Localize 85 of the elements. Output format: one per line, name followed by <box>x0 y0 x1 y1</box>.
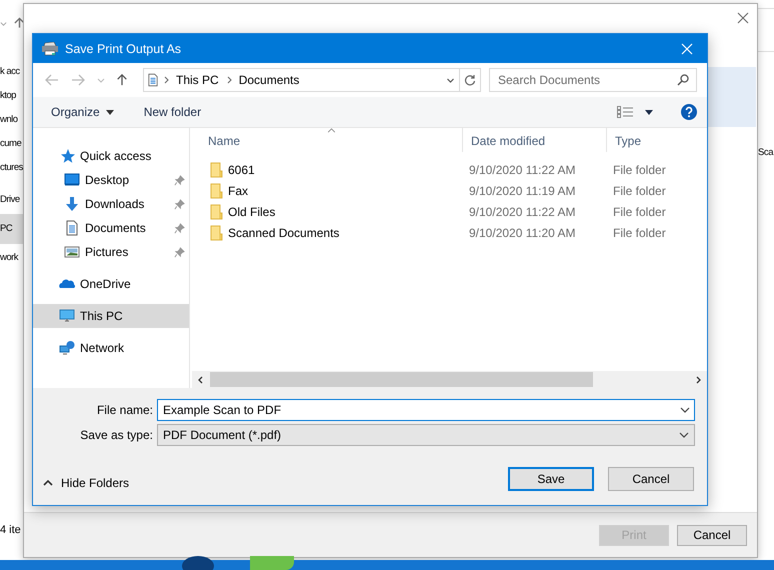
folder-icon <box>210 162 224 178</box>
table-cell-text: 9/10/2020 11:22 AM <box>468 162 577 176</box>
printer-icon <box>41 42 59 56</box>
column-header[interactable]: Type <box>607 128 707 152</box>
up-arrow-icon[interactable] <box>14 17 25 29</box>
taskbar-icon[interactable] <box>182 556 214 570</box>
file-name-field[interactable]: Example Scan to PDF <box>157 399 695 421</box>
sidebar-item[interactable]: wnlo <box>0 108 23 132</box>
sort-caret-icon <box>327 128 336 133</box>
caret-icon <box>106 110 114 114</box>
sidebar-item[interactable]: ktop <box>0 84 23 108</box>
document-icon <box>64 220 80 236</box>
chevron-down-icon[interactable] <box>446 76 455 84</box>
table-cell-text: File folder <box>612 184 667 198</box>
up-arrow-icon[interactable] <box>115 74 129 86</box>
chevron-right-icon[interactable] <box>694 376 702 384</box>
horizontal-scrollbar[interactable] <box>192 371 707 388</box>
close-icon[interactable] <box>737 12 749 24</box>
new-folder-button[interactable]: New folder <box>138 102 208 122</box>
down-arrow-icon <box>64 196 80 212</box>
sidebar-item[interactable]: ctures <box>0 156 23 180</box>
table-cell-text: File folder <box>612 226 667 240</box>
cancel-button[interactable]: Cancel <box>677 524 747 546</box>
sidebar-item[interactable]: k acc <box>0 60 23 84</box>
sidebar-item[interactable]: This PC <box>33 304 189 328</box>
help-icon[interactable] <box>681 104 697 120</box>
table-cell-text: 9/10/2020 11:20 AM <box>468 226 577 240</box>
sidebar-item[interactable]: Quick access <box>33 144 189 168</box>
sidebar-item[interactable]: Drive <box>0 188 23 212</box>
organize-menu[interactable]: Organize <box>45 102 120 122</box>
star-icon <box>59 148 75 164</box>
caret-icon[interactable] <box>645 110 653 114</box>
address-bar[interactable]: This PC Documents <box>143 68 481 92</box>
folder-icon <box>210 182 224 198</box>
sidebar-item[interactable]: work <box>0 246 23 270</box>
column-header[interactable]: Date modified <box>463 128 607 152</box>
field-label: File name: <box>96 403 154 417</box>
file-type-dropdown[interactable]: PDF Document (*.pdf) <box>157 424 695 446</box>
pin-icon[interactable] <box>174 246 185 258</box>
sidebar-item[interactable]: PC <box>0 214 23 244</box>
table-cell-text: File folder <box>612 162 667 176</box>
folder-icon <box>210 224 224 240</box>
chevron-down-icon <box>679 432 689 438</box>
file-name[interactable]: Old Files <box>228 204 276 218</box>
pin-icon[interactable] <box>174 198 185 210</box>
sidebar-item[interactable]: Pictures <box>33 240 189 264</box>
search-field[interactable]: Search Documents <box>489 68 697 92</box>
file-name[interactable]: Scanned Documents <box>228 226 340 240</box>
chevron-down-icon[interactable] <box>680 407 690 413</box>
table-cell-text: 9/10/2020 11:22 AM <box>468 204 577 218</box>
column-header[interactable]: Name <box>190 128 463 152</box>
table-cell-text: 9/10/2020 11:19 AM <box>468 184 577 198</box>
sidebar-item[interactable]: Documents <box>33 216 189 240</box>
document-icon <box>148 73 158 87</box>
breadcrumb-item[interactable]: Documents <box>238 73 300 87</box>
network-icon <box>59 340 75 356</box>
sidebar-item[interactable]: OneDrive <box>33 272 189 296</box>
view-options-icon[interactable] <box>617 106 633 118</box>
chevron-left-icon[interactable] <box>197 376 205 384</box>
cancel-button[interactable]: Cancel <box>608 467 694 491</box>
folder-icon <box>210 204 224 220</box>
chevron-right-icon <box>226 76 233 84</box>
picture-icon <box>64 244 80 260</box>
field-label: Save as type: <box>79 428 154 442</box>
breadcrumb-item[interactable]: This PC <box>176 73 219 87</box>
file-name[interactable]: Fax <box>228 184 248 198</box>
refresh-icon[interactable] <box>464 74 476 86</box>
window-title: Save Print Output As <box>65 42 182 56</box>
pin-icon[interactable] <box>174 174 185 186</box>
table-cell-text: File folder <box>612 204 667 218</box>
save-button[interactable]: Save <box>508 467 594 491</box>
sidebar-item[interactable]: cume <box>0 132 23 156</box>
sidebar-item[interactable]: Downloads <box>33 192 189 216</box>
monitor-icon <box>59 308 75 324</box>
status-text: 4 ite <box>0 524 21 536</box>
column-text: Sca <box>758 147 774 158</box>
sidebar-item[interactable]: Desktop <box>33 168 189 192</box>
hide-folders-button[interactable]: Hide Folders <box>33 476 130 490</box>
chevron-right-icon <box>164 76 170 84</box>
chevron-up-icon <box>43 480 53 486</box>
file-name[interactable]: 6061 <box>228 162 255 176</box>
sidebar-item[interactable]: Network <box>33 336 189 360</box>
pin-icon[interactable] <box>174 222 185 234</box>
monitor-icon <box>64 172 80 188</box>
search-icon[interactable] <box>677 74 689 86</box>
